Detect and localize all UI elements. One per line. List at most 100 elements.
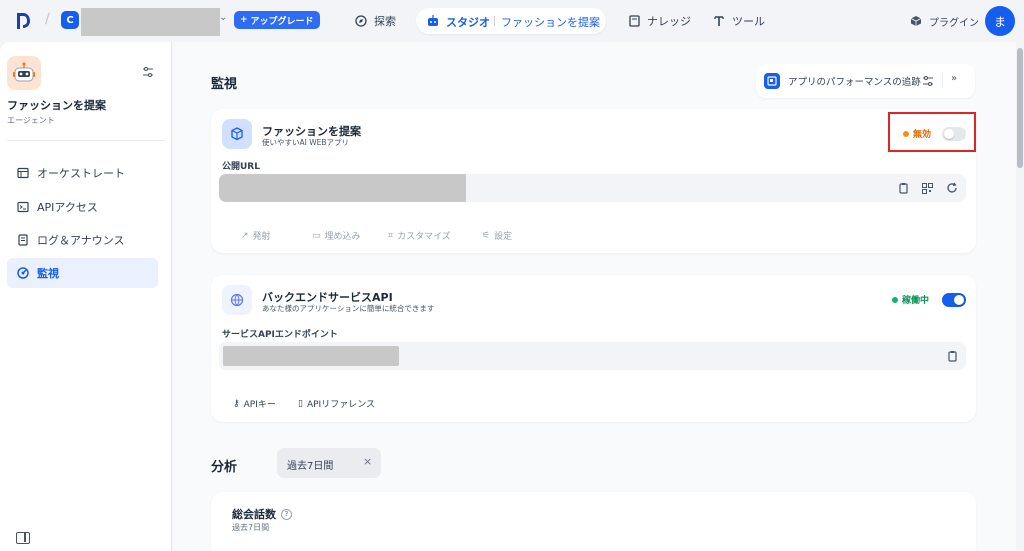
copy-icon[interactable] xyxy=(897,182,909,194)
customize-label: カスタマイズ xyxy=(397,232,451,242)
status-label: 稼働中 xyxy=(902,296,930,306)
settings-sliders-icon: ⚟ xyxy=(482,230,491,241)
log-icon xyxy=(18,234,28,246)
api-reference-button[interactable]: ▯ APIリファレンス xyxy=(298,397,376,411)
settings-sliders-icon[interactable] xyxy=(922,75,934,87)
paint-icon: ⌗ xyxy=(388,230,394,241)
collapse-sidebar-icon[interactable] xyxy=(16,532,30,544)
compass-icon xyxy=(354,14,368,28)
sidebar: ファッションを提案 エージェント オーケストレート APIアクセス ログ＆アナウ… xyxy=(0,42,172,551)
webapp-card: ファッションを提案 使いやすいAI WEBアプリ 無効 公開URL ↗ 発射 ▭… xyxy=(211,109,976,253)
sparkle-icon: + xyxy=(240,15,248,25)
settings-button[interactable]: ⚟ 設定 xyxy=(482,229,513,243)
divider xyxy=(494,16,495,26)
sidebar-item-api-access[interactable]: APIアクセス xyxy=(7,192,158,222)
sidebar-item-logs[interactable]: ログ＆アナウンス xyxy=(7,225,158,255)
embed-label: 埋め込み xyxy=(324,232,361,242)
embed-button[interactable]: ▭ 埋め込み xyxy=(312,229,361,243)
book-open-icon: ▯ xyxy=(298,398,303,409)
total-card-title-label: 総会話数 xyxy=(232,508,276,521)
nav-knowledge[interactable]: ナレッジ xyxy=(627,8,691,34)
status-dot xyxy=(892,296,898,303)
endpoint-label: サービスAPIエンドポイント xyxy=(222,330,338,340)
orchestrate-icon xyxy=(17,167,29,179)
scrollbar-thumb[interactable] xyxy=(1017,48,1023,168)
settings-sliders-icon[interactable] xyxy=(142,66,154,78)
tool-icon xyxy=(712,14,726,28)
endpoint-field[interactable] xyxy=(219,342,966,370)
launch-label: 発射 xyxy=(252,232,271,242)
monitor-icon xyxy=(17,267,29,279)
nav-plugins-label: プラグイン xyxy=(929,17,979,29)
nav-plugins[interactable]: プラグイン xyxy=(909,8,979,34)
upgrade-label: アップグレード xyxy=(250,16,314,27)
tracking-button[interactable]: アプリのパフォーマンスの追跡 » xyxy=(756,64,975,98)
api-key-label: APIキー xyxy=(243,400,276,410)
status-badge: 稼働中 xyxy=(892,293,929,306)
analysis-title: 分析 xyxy=(211,460,238,475)
double-chevron-down-icon[interactable]: » xyxy=(951,73,957,84)
book-icon xyxy=(627,14,641,28)
total-card-title: 総会話数 ? xyxy=(232,506,292,522)
close-icon[interactable]: × xyxy=(363,455,372,468)
webapp-subtitle: 使いやすいAI WEBアプリ xyxy=(262,138,350,147)
current-app-selector[interactable]: ファッションを提案 xyxy=(501,14,600,30)
sidebar-item-orchestrate[interactable]: オーケストレート xyxy=(7,158,158,188)
terminal-icon xyxy=(17,201,29,213)
nav-knowledge-label: ナレッジ xyxy=(647,15,691,28)
embed-icon: ▭ xyxy=(312,230,321,241)
top-bar: / C ⌄ + アップグレード 探索 スタジオ ファッションを提案 ⌄ ナレッジ… xyxy=(0,0,1024,42)
public-url-field[interactable] xyxy=(219,174,966,202)
tracking-label: アプリのパフォーマンスの追跡 xyxy=(788,77,921,88)
api-subtitle: あなた様のアプリケーションに簡単に統合できます xyxy=(262,304,435,313)
robot-icon xyxy=(428,15,438,26)
sidebar-divider xyxy=(7,140,165,141)
api-card: バックエンドサービスAPI あなた様のアプリケーションに簡単に統合できます 稼働… xyxy=(211,275,976,422)
sidebar-item-label: 監視 xyxy=(37,267,59,280)
external-link-icon: ↗ xyxy=(241,230,249,241)
workspace-badge[interactable]: C xyxy=(61,11,79,29)
help-icon[interactable]: ? xyxy=(281,508,292,520)
api-toggle[interactable] xyxy=(942,293,966,307)
period-filter[interactable]: 過去7日間 × xyxy=(277,448,381,478)
refresh-icon[interactable] xyxy=(946,182,958,194)
avatar[interactable]: ま xyxy=(985,6,1015,36)
settings-label: 設定 xyxy=(494,232,513,242)
qrcode-icon[interactable] xyxy=(921,182,933,194)
nav-tools-label: ツール xyxy=(732,15,765,28)
launch-button[interactable]: ↗ 発射 xyxy=(241,229,271,243)
total-card-subtitle: 過去7日間 xyxy=(232,523,270,532)
copy-icon[interactable] xyxy=(946,350,958,362)
main-content: 監視 アプリのパフォーマンスの追跡 » ファッションを提案 使いやすいAI WE… xyxy=(173,42,1016,551)
divider xyxy=(942,74,943,88)
total-conversations-card: 総会話数 ? 過去7日間 xyxy=(211,492,976,551)
sidebar-item-monitor[interactable]: 監視 xyxy=(7,258,158,288)
nav-studio-label: スタジオ xyxy=(446,16,490,29)
endpoint-redacted xyxy=(223,346,399,366)
breadcrumb-separator: / xyxy=(45,11,50,27)
api-reference-label: APIリファレンス xyxy=(306,400,376,410)
app-robot-icon xyxy=(7,56,41,90)
dify-logo-icon[interactable] xyxy=(16,12,30,30)
app-type: エージェント xyxy=(7,116,55,125)
public-url-label: 公開URL xyxy=(222,162,260,172)
sidebar-item-label: オーケストレート xyxy=(37,167,125,180)
nav-tools[interactable]: ツール xyxy=(712,8,765,34)
cube-icon xyxy=(909,14,923,28)
nav-explore[interactable]: 探索 xyxy=(354,8,396,34)
customize-button[interactable]: ⌗ カスタマイズ xyxy=(388,229,451,243)
api-key-button[interactable]: ⚷ APIキー xyxy=(233,397,276,411)
sidebar-item-label: ログ＆アナウンス xyxy=(37,234,125,247)
chevron-down-icon[interactable]: ⌄ xyxy=(219,12,227,23)
nav-studio[interactable]: スタジオ ファッションを提案 ⌄ xyxy=(416,8,606,34)
workspace-name-redacted[interactable] xyxy=(81,8,220,36)
app-name: ファッションを提案 xyxy=(7,99,106,112)
nav-explore-label: 探索 xyxy=(374,15,396,28)
url-redacted xyxy=(219,174,466,202)
chevron-down-icon[interactable]: ⌄ xyxy=(588,14,596,24)
annotation-highlight-box xyxy=(888,112,976,152)
key-icon: ⚷ xyxy=(233,398,240,409)
scrollbar[interactable] xyxy=(1016,42,1024,551)
cube-icon xyxy=(222,119,252,149)
upgrade-button[interactable]: + アップグレード xyxy=(234,11,320,29)
